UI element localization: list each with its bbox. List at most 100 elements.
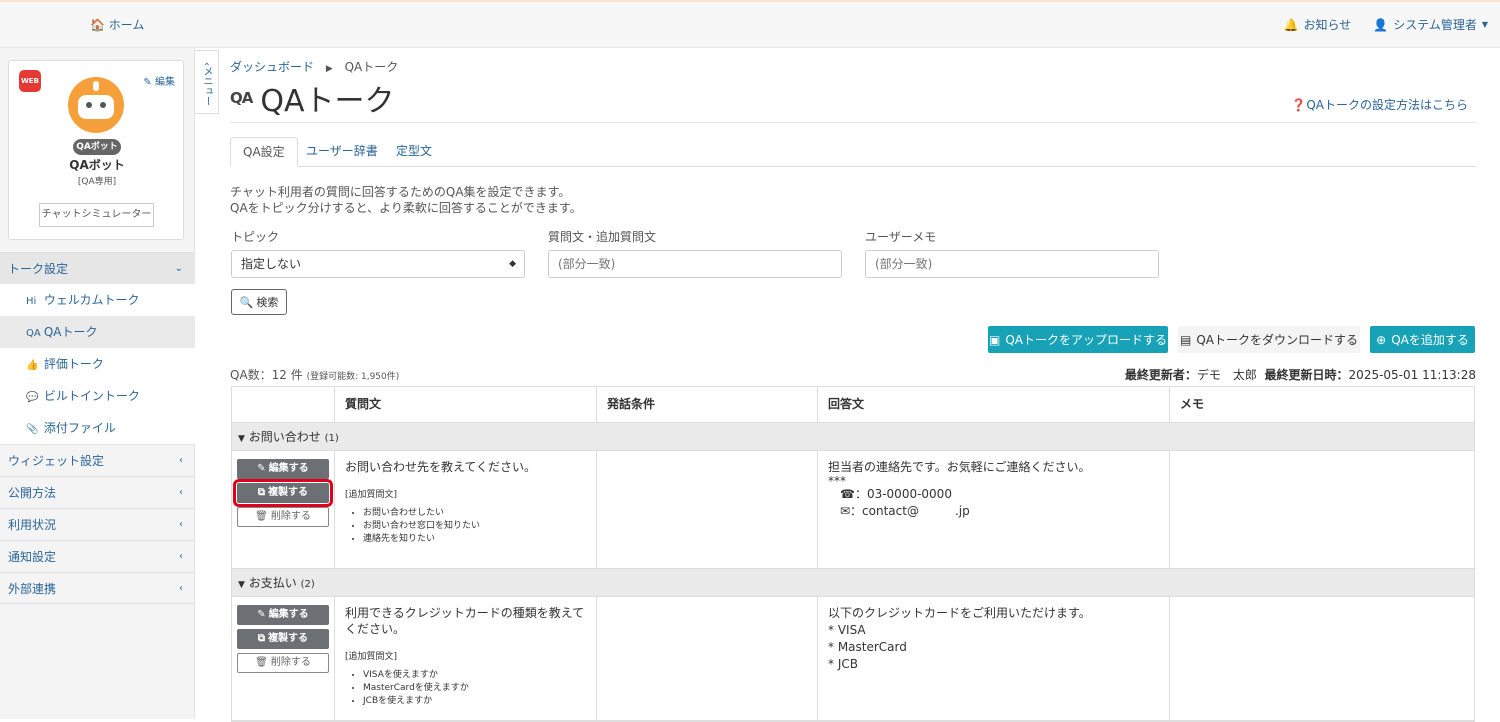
top-navbar: 🏠 ホーム 🔔 お知らせ 👤 システム管理者 ▼: [0, 0, 1500, 48]
nav-publish[interactable]: 公開方法 ‹: [0, 476, 195, 508]
trash-icon: 🗑: [255, 657, 268, 668]
search-button[interactable]: 🔍 検索: [231, 289, 287, 315]
answer-cell: 以下のクレジットカードをご利用いただけます。 * VISA * MasterCa…: [818, 597, 1170, 720]
robot-avatar: [68, 77, 124, 133]
home-icon: 🏠: [90, 18, 105, 32]
nav-talk-settings[interactable]: トーク設定 ⌄: [0, 252, 195, 284]
nav-qa-talk[interactable]: QA QAトーク: [0, 316, 195, 348]
breadcrumb-dashboard[interactable]: ダッシュボード: [230, 60, 314, 74]
memo-cell: [1170, 451, 1474, 568]
table-header: 質問文 発話条件 回答文 メモ: [232, 387, 1474, 423]
question-label: 質問文・追加質問文: [548, 230, 657, 244]
qa-count: QA数：12 件 (登録可能数: 1,950件): [230, 368, 400, 382]
question-cell: 利用できるクレジットカードの種類を教えてください。 [追加質問文] VISAを使…: [335, 597, 597, 720]
qa-table: 質問文 発話条件 回答文 メモ ▼ お問い合わせ (1) ✎ 編集する ⧉ 複製する…: [231, 386, 1475, 722]
header-conditions: 発話条件: [597, 387, 818, 422]
menu-toggle[interactable]: ‹メニュー: [195, 50, 219, 114]
qa-icon: QA: [26, 328, 41, 339]
breadcrumb-current: QAトーク: [344, 60, 399, 74]
plus-circle-icon: ⊕: [1376, 332, 1387, 347]
nav-widget-settings[interactable]: ウィジェット設定 ‹: [0, 444, 195, 476]
memo-search-input[interactable]: [865, 250, 1159, 278]
chevron-left-icon: ‹: [179, 551, 183, 562]
group-row[interactable]: ▼ お問い合わせ (1): [232, 423, 1474, 451]
thumbs-up-icon: 👍: [26, 360, 39, 371]
comments-icon: 💬: [26, 392, 39, 403]
chevron-left-icon: ‹: [179, 519, 183, 530]
sidebar: WEB ✎ 編集 QAボット QAボット [QA専用] チャットシミュレーター …: [0, 48, 195, 719]
divider: [230, 122, 1476, 123]
nav-notify[interactable]: 通知設定 ‹: [0, 540, 195, 572]
memo-label: ユーザーメモ: [865, 230, 937, 244]
bell-icon: 🔔: [1283, 17, 1299, 32]
caret-right-icon: ▶: [325, 64, 333, 74]
chevron-down-icon: ▼: [238, 580, 245, 590]
bot-card: WEB ✎ 編集 QAボット QAボット [QA専用] チャットシミュレーター: [8, 60, 184, 240]
tab-qa-settings[interactable]: QA設定: [230, 137, 298, 167]
nav-builtin-talk[interactable]: 💬 ビルトイントーク: [0, 380, 195, 412]
paperclip-icon: 📎: [26, 424, 39, 435]
download-qa-button[interactable]: ▤ QAトークをダウンロードする: [1178, 326, 1360, 353]
copy-icon: ⧉: [257, 633, 266, 644]
row-actions: ✎ 編集する ⧉ 複製する 🗑 削除する: [232, 597, 335, 720]
chevron-left-icon: ‹: [179, 455, 183, 466]
chevron-down-icon: ▼: [238, 434, 245, 444]
nav-welcome-talk[interactable]: Hi ウェルカムトーク: [0, 284, 195, 316]
user-icon: 👤: [1373, 17, 1389, 32]
conditions-cell: [597, 451, 818, 568]
tab-user-dictionary[interactable]: ユーザー辞書: [294, 137, 390, 167]
tab-templates[interactable]: 定型文: [384, 137, 444, 167]
nav-external[interactable]: 外部連携 ‹: [0, 572, 195, 604]
welcome-icon: Hi: [26, 296, 37, 307]
home-link[interactable]: 🏠 ホーム: [90, 16, 144, 33]
user-menu[interactable]: 👤 システム管理者 ▼: [1373, 16, 1488, 33]
additional-questions: [追加質問文] VISAを使えますか MasterCardを使えますか JCBを…: [345, 649, 586, 708]
nav-usage[interactable]: 利用状況 ‹: [0, 508, 195, 540]
answer-cell: 担当者の連絡先です。お気軽にご連絡ください。 *** ☎：03-0000-000…: [818, 451, 1170, 568]
group-row[interactable]: ▼ お支払い (2): [232, 569, 1474, 597]
delete-button[interactable]: 🗑 削除する: [237, 653, 329, 673]
breadcrumb: ダッシュボード ▶ QAトーク: [230, 58, 398, 75]
chat-simulator-button[interactable]: チャットシミュレーター: [39, 203, 154, 227]
select-arrows-icon: ◆: [509, 259, 516, 269]
memo-cell: [1170, 597, 1474, 720]
pencil-icon: ✎: [143, 77, 152, 88]
bot-edit-link[interactable]: ✎ 編集: [143, 73, 175, 88]
qa-bubble-icon: QA: [230, 89, 253, 107]
nav-attachments[interactable]: 📎 添付ファイル: [0, 412, 195, 444]
question-cell: お問い合わせ先を教えてください。 [追加質問文] お問い合わせしたい お問い合わ…: [335, 451, 597, 568]
caret-down-icon: ▼: [1481, 20, 1488, 29]
help-link[interactable]: ❓QAトークの設定方法はこちら: [1291, 96, 1468, 113]
notice-link[interactable]: 🔔 お知らせ: [1284, 16, 1352, 33]
search-icon: 🔍: [239, 295, 254, 309]
topic-select[interactable]: 指定しない ◆: [231, 250, 525, 278]
edit-icon: ✎: [257, 609, 266, 620]
tab-bar: QA設定 ユーザー辞書 定型文: [230, 137, 1476, 167]
add-qa-button[interactable]: ⊕ QAを追加する: [1370, 326, 1475, 353]
chevron-left-icon: ‹: [179, 487, 183, 498]
header-actions: [232, 387, 335, 422]
question-search-input[interactable]: [548, 250, 842, 278]
chevron-down-icon: ⌄: [174, 263, 183, 274]
edit-icon: ✎: [257, 463, 266, 474]
last-updated: 最終更新者：デモ 太郎 最終更新日時：2025-05-01 11:13:28: [1124, 368, 1476, 382]
nav-rating-talk[interactable]: 👍 評価トーク: [0, 348, 195, 380]
description: チャット利用者の質問に回答するためのQA集を設定できます。 QAをトピック分けす…: [230, 185, 582, 215]
copy-button[interactable]: ⧉ 複製する: [237, 629, 329, 649]
edit-button[interactable]: ✎ 編集する: [237, 459, 329, 479]
bot-name: QAボット: [69, 158, 125, 172]
file-upload-icon: ▣: [989, 332, 1001, 347]
copy-button[interactable]: ⧉ 複製する: [233, 479, 333, 507]
chevron-left-icon: ‹: [179, 583, 183, 594]
page-title: QA QAトーク: [230, 84, 395, 119]
question-circle-icon: ❓: [1291, 98, 1307, 112]
web-badge: WEB: [19, 70, 41, 92]
copy-icon: ⧉: [257, 487, 266, 498]
bot-tag: QAボット: [73, 139, 121, 155]
edit-button[interactable]: ✎ 編集する: [237, 605, 329, 625]
additional-questions: [追加質問文] お問い合わせしたい お問い合わせ窓口を知りたい 連絡先を知りたい: [345, 487, 586, 546]
sidebar-nav: トーク設定 ⌄ Hi ウェルカムトーク QA QAトーク 👍 評価トーク 💬 ビ…: [0, 252, 195, 604]
upload-qa-button[interactable]: ▣ QAトークをアップロードする: [988, 326, 1168, 353]
topic-label: トピック: [231, 230, 280, 244]
delete-button[interactable]: 🗑 削除する: [237, 507, 329, 527]
